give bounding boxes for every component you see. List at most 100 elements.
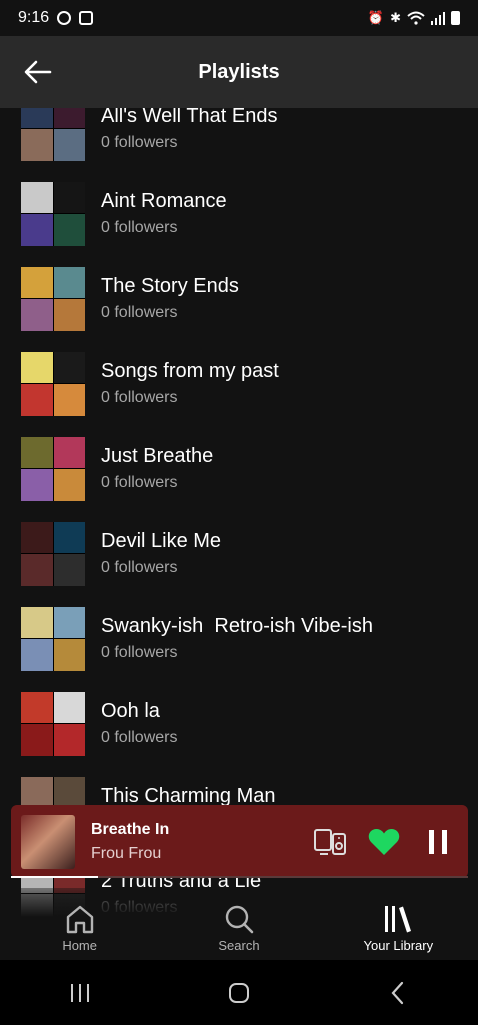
cover-tile: [21, 469, 53, 501]
cover-tile: [21, 299, 53, 331]
search-icon: [225, 905, 254, 934]
playlist-cover: [21, 521, 85, 586]
playlist-title: All's Well That Ends: [101, 108, 278, 127]
playlist-row[interactable]: Songs from my past 0 followers: [0, 341, 478, 426]
heart-icon: [368, 828, 400, 855]
playlist-cover: [21, 108, 85, 161]
battery-icon: [451, 11, 460, 25]
page-title: Playlists: [198, 60, 280, 83]
playlist-row[interactable]: Devil Like Me 0 followers: [0, 511, 478, 596]
cover-tile: [53, 214, 85, 246]
home-system-button[interactable]: [209, 968, 269, 1018]
devices-icon: [314, 828, 346, 855]
cover-tile: [53, 469, 85, 501]
cover-tile: [53, 776, 85, 808]
tab-home-label: Home: [62, 938, 97, 953]
playlist-row[interactable]: All's Well That Ends 0 followers: [0, 108, 478, 171]
playlist-row[interactable]: Just Breathe 0 followers: [0, 426, 478, 511]
status-bar: 9:16 ⏰ ✱: [0, 0, 478, 36]
playlist-followers: 0 followers: [101, 219, 178, 236]
cover-tile: [53, 299, 85, 331]
pause-button[interactable]: [418, 822, 458, 862]
gallery-icon: [79, 11, 94, 25]
cover-tile: [21, 351, 53, 383]
pause-icon: [429, 829, 447, 854]
cover-tile: [53, 521, 85, 553]
playlist-title: Just Breathe: [101, 445, 214, 467]
cover-tile: [53, 108, 85, 128]
status-time: 9:16: [18, 9, 50, 26]
playlist-title: Devil Like Me: [101, 530, 222, 552]
bluetooth-icon: ✱: [390, 10, 401, 25]
arrow-left-icon: [24, 60, 52, 84]
playlist-followers: 0 followers: [101, 134, 178, 151]
cover-tile: [53, 351, 85, 383]
app-header: Playlists: [0, 36, 478, 108]
cover-tile: [53, 436, 85, 468]
cover-tile: [53, 554, 85, 586]
tab-home[interactable]: Home: [0, 888, 159, 960]
alarm-icon: ⏰: [367, 10, 385, 25]
playlist-row[interactable]: Aint Romance 0 followers: [0, 171, 478, 256]
mini-player[interactable]: Breathe In Frou Frou: [11, 805, 468, 878]
cover-tile: [53, 724, 85, 756]
playlist-followers: 0 followers: [101, 304, 178, 321]
playlist-row[interactable]: Ooh la 0 followers: [0, 681, 478, 766]
cover-tile: [21, 606, 53, 638]
playlist-cover: [21, 436, 85, 501]
track-artist: Frou Frou: [91, 844, 162, 862]
cover-tile: [21, 181, 53, 213]
system-back-button[interactable]: [368, 968, 428, 1018]
cover-tile: [21, 639, 53, 671]
playlist-title: Swanky-ish Retro-ish Vibe-ish: [101, 615, 373, 637]
cover-tile: [21, 129, 53, 161]
playback-progress: [11, 876, 468, 878]
playlist-cover: [21, 266, 85, 331]
tab-search[interactable]: Search: [159, 888, 318, 960]
playlist-followers: 0 followers: [101, 559, 178, 576]
tab-your-library-label: Your Library: [363, 938, 434, 953]
recent-apps-button[interactable]: [50, 968, 110, 1018]
cover-tile: [21, 214, 53, 246]
album-art: [21, 814, 75, 869]
cover-tile: [53, 266, 85, 298]
cover-tile: [21, 384, 53, 416]
cover-tile: [21, 521, 53, 553]
playlist-title: Aint Romance: [101, 190, 227, 212]
cover-tile: [21, 724, 53, 756]
cover-tile: [21, 691, 53, 723]
like-button[interactable]: [364, 822, 404, 862]
signal-icon: [431, 12, 445, 25]
playback-progress-fill: [11, 876, 98, 878]
instagram-icon: [57, 11, 72, 25]
playlist-title: Songs from my past: [101, 360, 279, 382]
bottom-tab-bar: Home Search Your Library: [0, 888, 478, 960]
cover-tile: [21, 436, 53, 468]
system-navigation-bar: [0, 960, 478, 1025]
playlist-title: Ooh la: [101, 700, 160, 722]
cover-tile: [53, 384, 85, 416]
back-button[interactable]: [18, 52, 58, 92]
cover-tile: [53, 606, 85, 638]
home-icon: [66, 905, 93, 934]
playlist-row[interactable]: The Story Ends 0 followers: [0, 256, 478, 341]
track-title: Breathe In: [91, 820, 170, 838]
cover-tile: [21, 776, 53, 808]
devices-button[interactable]: [310, 822, 350, 862]
playlist-followers: 0 followers: [101, 644, 178, 661]
chevron-left-icon: [391, 981, 404, 1004]
playlist-row[interactable]: Swanky-ish Retro-ish Vibe-ish 0 followers: [0, 596, 478, 681]
tab-your-library[interactable]: Your Library: [319, 888, 478, 960]
cover-tile: [53, 691, 85, 723]
playlist-cover: [21, 606, 85, 671]
cover-tile: [53, 129, 85, 161]
cover-tile: [53, 181, 85, 213]
recent-apps-icon: [70, 983, 89, 1002]
cover-tile: [53, 639, 85, 671]
playlist-cover: [21, 351, 85, 416]
playlist-cover: [21, 181, 85, 246]
cover-tile: [21, 108, 53, 128]
playlist-followers: 0 followers: [101, 389, 178, 406]
tab-search-label: Search: [218, 938, 260, 953]
library-icon: [385, 906, 412, 933]
